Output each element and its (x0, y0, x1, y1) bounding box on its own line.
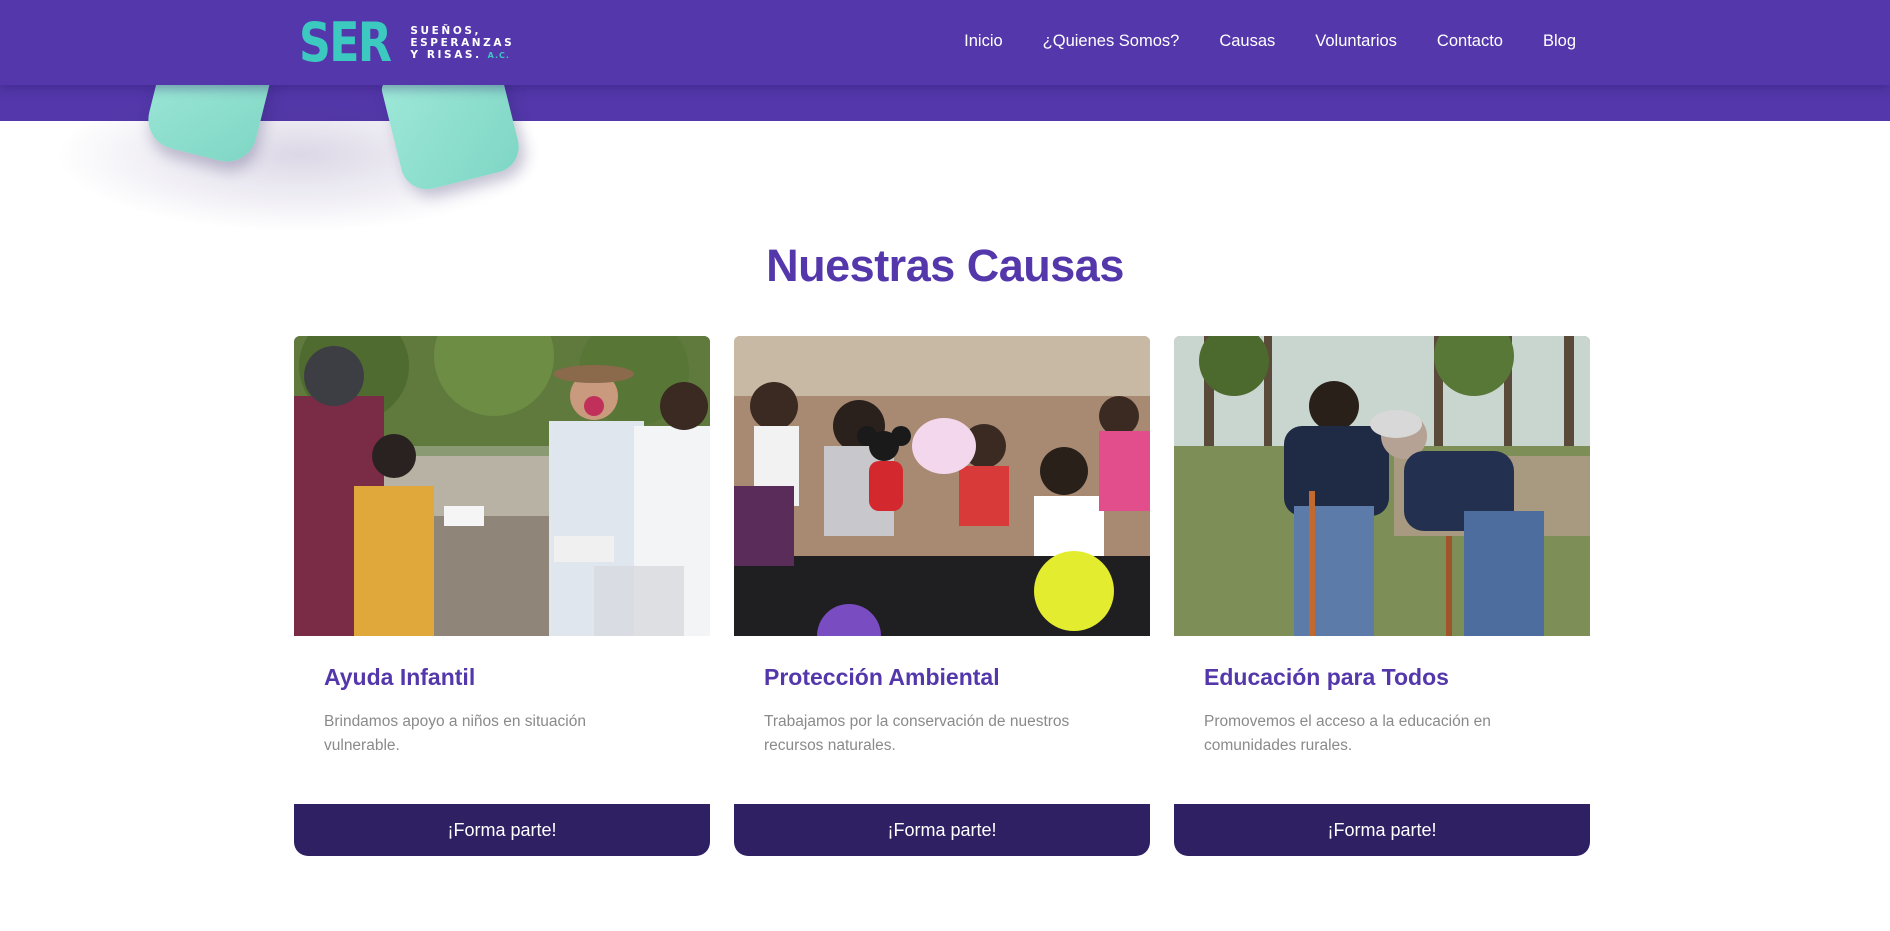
cause-image (734, 336, 1150, 636)
cause-card: Educación para Todos Promovemos el acces… (1174, 336, 1590, 856)
nav-item-inicio[interactable]: Inicio (964, 32, 1003, 51)
nav-item-voluntarios[interactable]: Voluntarios (1315, 32, 1397, 51)
cause-card: Ayuda Infantil Brindamos apoyo a niños e… (294, 336, 710, 856)
navbar: SER SUEÑOS, ESPERANZAS Y RISAS. A.C. Inic… (0, 0, 1890, 85)
join-button[interactable]: ¡Forma parte! (294, 804, 710, 856)
nav-item-blog[interactable]: Blog (1543, 32, 1576, 51)
cause-description: Promovemos el acceso a la educación en c… (1204, 713, 1491, 754)
cause-title: Educación para Todos (1204, 664, 1449, 690)
logo[interactable]: SER SUEÑOS, ESPERANZAS Y RISAS. A.C. (299, 14, 514, 72)
logo-line: Y RISAS. A.C. (410, 48, 510, 61)
join-button[interactable]: ¡Forma parte! (1174, 804, 1590, 856)
nav-item-quienes-somos[interactable]: ¿Quienes Somos? (1043, 32, 1180, 51)
logo-line: SUEÑOS, (410, 24, 482, 37)
cause-image (1174, 336, 1590, 636)
cause-card: Protección Ambiental Trabajamos por la c… (734, 336, 1150, 856)
cause-title: Ayuda Infantil (324, 664, 476, 690)
nav-item-contacto[interactable]: Contacto (1437, 32, 1503, 51)
main-nav: Inicio ¿Quienes Somos? Causas Voluntario… (924, 32, 1576, 51)
section-title: Nuestras Causas (766, 240, 1124, 291)
cause-description: Trabajamos por la conservación de nuestr… (764, 713, 1070, 754)
cause-title: Protección Ambiental (764, 664, 1000, 690)
logo-line: ESPERANZAS (410, 36, 515, 49)
logo-suffix: A.C. (487, 50, 510, 60)
cause-image (294, 336, 710, 636)
join-button[interactable]: ¡Forma parte! (734, 804, 1150, 856)
nav-item-causas[interactable]: Causas (1219, 32, 1275, 51)
logo-wordmark: SUEÑOS, ESPERANZAS Y RISAS. A.C. (410, 25, 514, 62)
logo-mark: SER (299, 11, 392, 74)
page: SER SUEÑOS, ESPERANZAS Y RISAS. A.C. Inic… (0, 0, 1890, 931)
cause-description: Brindamos apoyo a niños en situación vul… (324, 713, 586, 754)
